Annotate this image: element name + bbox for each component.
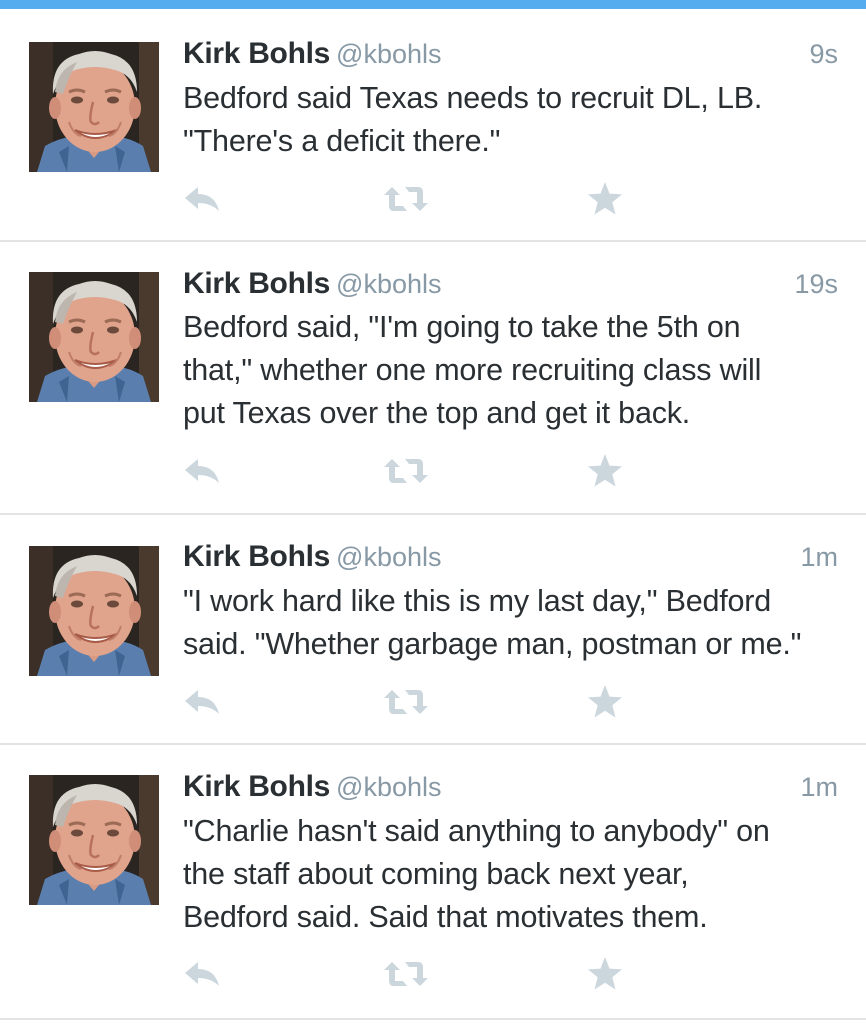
tweet-text: "I work hard like this is my last day," … xyxy=(183,580,843,666)
retweet-button[interactable] xyxy=(383,960,429,988)
avatar[interactable] xyxy=(29,42,159,172)
reply-button[interactable] xyxy=(183,958,223,990)
timestamp[interactable]: 19s xyxy=(794,269,838,300)
avatar[interactable] xyxy=(29,272,159,402)
timestamp[interactable]: 1m xyxy=(800,772,838,803)
favorite-button[interactable] xyxy=(587,684,623,720)
author-handle[interactable]: @kbohls xyxy=(336,772,441,802)
retweet-icon xyxy=(384,962,428,986)
reply-icon xyxy=(185,187,219,211)
tweet-header: Kirk Bohls @kbohls 1m xyxy=(183,540,838,574)
reply-button[interactable] xyxy=(183,686,223,718)
retweet-button[interactable] xyxy=(383,457,429,485)
author-name[interactable]: Kirk Bohls xyxy=(183,37,330,70)
star-icon xyxy=(588,454,622,487)
reply-button[interactable] xyxy=(183,183,223,215)
tweet-text-line: the staff about coming back next year, xyxy=(183,857,689,891)
tweet-header: Kirk Bohls @kbohls 19s xyxy=(183,267,838,301)
star-icon xyxy=(588,182,622,215)
favorite-button[interactable] xyxy=(587,181,623,217)
reply-icon xyxy=(185,690,219,714)
tweet-header: Kirk Bohls @kbohls 1m xyxy=(183,770,838,804)
top-accent-bar xyxy=(0,0,866,9)
retweet-icon xyxy=(384,459,428,483)
star-icon xyxy=(588,957,622,990)
tweet-text-line: "I work hard like this is my last day," … xyxy=(183,584,772,618)
tweet-text: Bedford said Texas needs to recruit DL, … xyxy=(183,77,843,163)
retweet-button[interactable] xyxy=(383,688,429,716)
author-name[interactable]: Kirk Bohls xyxy=(183,770,330,803)
tweet-item[interactable]: Kirk Bohls @kbohls 1m "I work hard like t… xyxy=(0,515,866,745)
tweet-item[interactable]: Kirk Bohls @kbohls 9s Bedford said Texas … xyxy=(0,9,866,242)
tweet-text-line: put Texas over the top and get it back. xyxy=(183,396,691,430)
tweet-item[interactable]: Kirk Bohls @kbohls 1m "Charlie hasn't sai… xyxy=(0,745,866,1020)
avatar[interactable] xyxy=(29,775,159,905)
tweet-item[interactable]: Kirk Bohls @kbohls 19s Bedford said, "I'm… xyxy=(0,242,866,515)
timestamp[interactable]: 1m xyxy=(800,542,838,573)
favorite-button[interactable] xyxy=(587,956,623,992)
tweet-text-line: "There's a deficit there." xyxy=(183,124,501,158)
retweet-icon xyxy=(384,187,428,211)
tweet-text: Bedford said, "I'm going to take the 5th… xyxy=(183,306,843,435)
author-name[interactable]: Kirk Bohls xyxy=(183,267,330,300)
author-handle[interactable]: @kbohls xyxy=(336,269,441,299)
favorite-button[interactable] xyxy=(587,453,623,489)
tweet-text: "Charlie hasn't said anything to anybody… xyxy=(183,810,843,939)
reply-button[interactable] xyxy=(183,455,223,487)
retweet-button[interactable] xyxy=(383,185,429,213)
star-icon xyxy=(588,685,622,718)
tweet-text-line: "Charlie hasn't said anything to anybody… xyxy=(183,814,770,848)
reply-icon xyxy=(185,962,219,986)
tweet-text-line: Bedford said Texas needs to recruit DL, … xyxy=(183,81,763,115)
author-handle[interactable]: @kbohls xyxy=(336,39,441,69)
avatar[interactable] xyxy=(29,546,159,676)
tweet-text-line: Bedford said, "I'm going to take the 5th… xyxy=(183,310,741,344)
tweet-header: Kirk Bohls @kbohls 9s xyxy=(183,37,838,71)
tweet-text-line: that," whether one more recruiting class… xyxy=(183,353,762,387)
timestamp[interactable]: 9s xyxy=(809,39,838,70)
tweet-text-line: said. "Whether garbage man, postman or m… xyxy=(183,627,802,661)
reply-icon xyxy=(185,459,219,483)
retweet-icon xyxy=(384,690,428,714)
author-handle[interactable]: @kbohls xyxy=(336,542,441,572)
tweet-text-line: Bedford said. Said that motivates them. xyxy=(183,900,708,934)
author-name[interactable]: Kirk Bohls xyxy=(183,540,330,573)
